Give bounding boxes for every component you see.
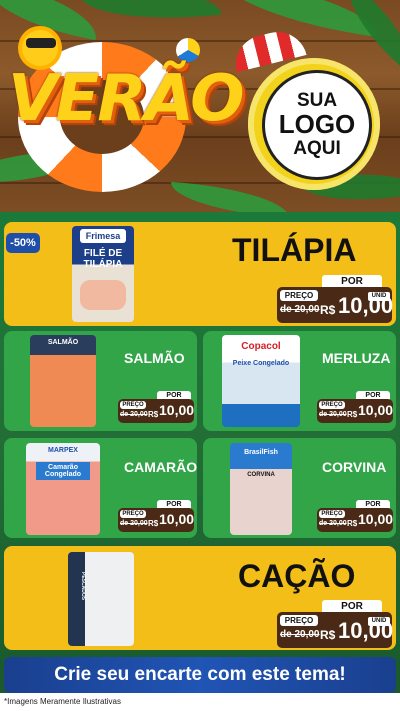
footer-note: *Imagens Meramente Ilustrativas	[0, 693, 400, 711]
preco-label: PREÇO	[280, 290, 318, 301]
product-name: CAÇÃO	[238, 558, 356, 594]
preco-label: PREÇO	[319, 401, 345, 409]
product-package-image: Frimesa FILÉ DE TILÁPIA	[72, 226, 134, 322]
sunglasses-icon	[26, 38, 56, 48]
preco-label: PREÇO	[120, 401, 146, 409]
package-title: PESCADOS	[80, 572, 86, 601]
price-value: 10,00	[358, 511, 394, 527]
logo-line-1: SUA	[296, 90, 338, 112]
logo-line-2: LOGO	[278, 109, 356, 140]
price-value: 10,00	[358, 402, 394, 418]
sun-icon	[22, 30, 58, 66]
discount-badge: -50%	[6, 233, 40, 253]
product-name: TILÁPIA	[232, 232, 357, 268]
old-price: de 20,00	[120, 520, 148, 527]
currency-symbol: R$	[347, 410, 358, 419]
product-package-image: MARPEX Camarão Congelado	[26, 443, 100, 535]
package-title: FILÉ DE TILÁPIA	[83, 248, 123, 270]
product-name: CAMARÃO	[124, 459, 198, 475]
unit-label: UNID	[368, 292, 390, 301]
header-banner: VERÃO SUA LOGO AQUI	[0, 0, 400, 212]
currency-symbol: R$	[347, 519, 358, 528]
product-name: MERLUZA	[322, 350, 391, 366]
package-title: Camarão Congelado	[36, 462, 90, 480]
product-name: CORVINA	[322, 459, 387, 475]
wood-plank-line	[0, 40, 400, 42]
package-brand: Copacol	[241, 341, 281, 352]
logo-line-3: AQUI	[293, 137, 341, 159]
price-value: 10,00	[159, 402, 195, 418]
old-price: de 20,00	[319, 520, 347, 527]
unit-label: UNID	[368, 617, 390, 626]
product-package-image: Copacol Peixe Congelado	[222, 335, 300, 427]
preco-label: PREÇO	[120, 510, 146, 518]
old-price: de 20,00	[319, 411, 347, 418]
beach-ball-icon	[176, 38, 200, 62]
logo-placeholder[interactable]: SUA LOGO AQUI	[262, 70, 372, 180]
package-brand: BrasilFish	[244, 449, 278, 456]
page-title: VERÃO	[8, 62, 244, 136]
currency-symbol: R$	[148, 519, 159, 528]
old-price: de 20,00	[120, 411, 148, 418]
package-title: Peixe Congelado	[232, 360, 290, 367]
price-value: 10,00	[159, 511, 195, 527]
package-title: CORVINA	[247, 472, 275, 478]
product-package-image: PESCADOS	[68, 552, 134, 646]
old-price: de 20,00	[280, 304, 320, 315]
old-price: de 20,00	[280, 629, 320, 640]
fish-fillet-image	[80, 280, 126, 310]
currency-symbol: R$	[320, 303, 336, 317]
currency-symbol: R$	[320, 628, 336, 642]
palm-leaf-icon	[78, 0, 222, 30]
package-title: SALMÃO	[47, 339, 79, 346]
product-package-image: SALMÃO	[30, 335, 96, 427]
cta-banner[interactable]: Crie seu encarte com este tema!	[4, 657, 396, 693]
preco-label: PREÇO	[319, 510, 345, 518]
package-brand: MARPEX	[48, 447, 78, 454]
preco-label: PREÇO	[280, 615, 318, 626]
product-package-image: BrasilFish CORVINA	[230, 443, 292, 535]
package-brand: Frimesa	[80, 229, 126, 243]
currency-symbol: R$	[148, 410, 159, 419]
product-name: SALMÃO	[124, 350, 185, 366]
palm-leaf-icon	[169, 181, 291, 212]
